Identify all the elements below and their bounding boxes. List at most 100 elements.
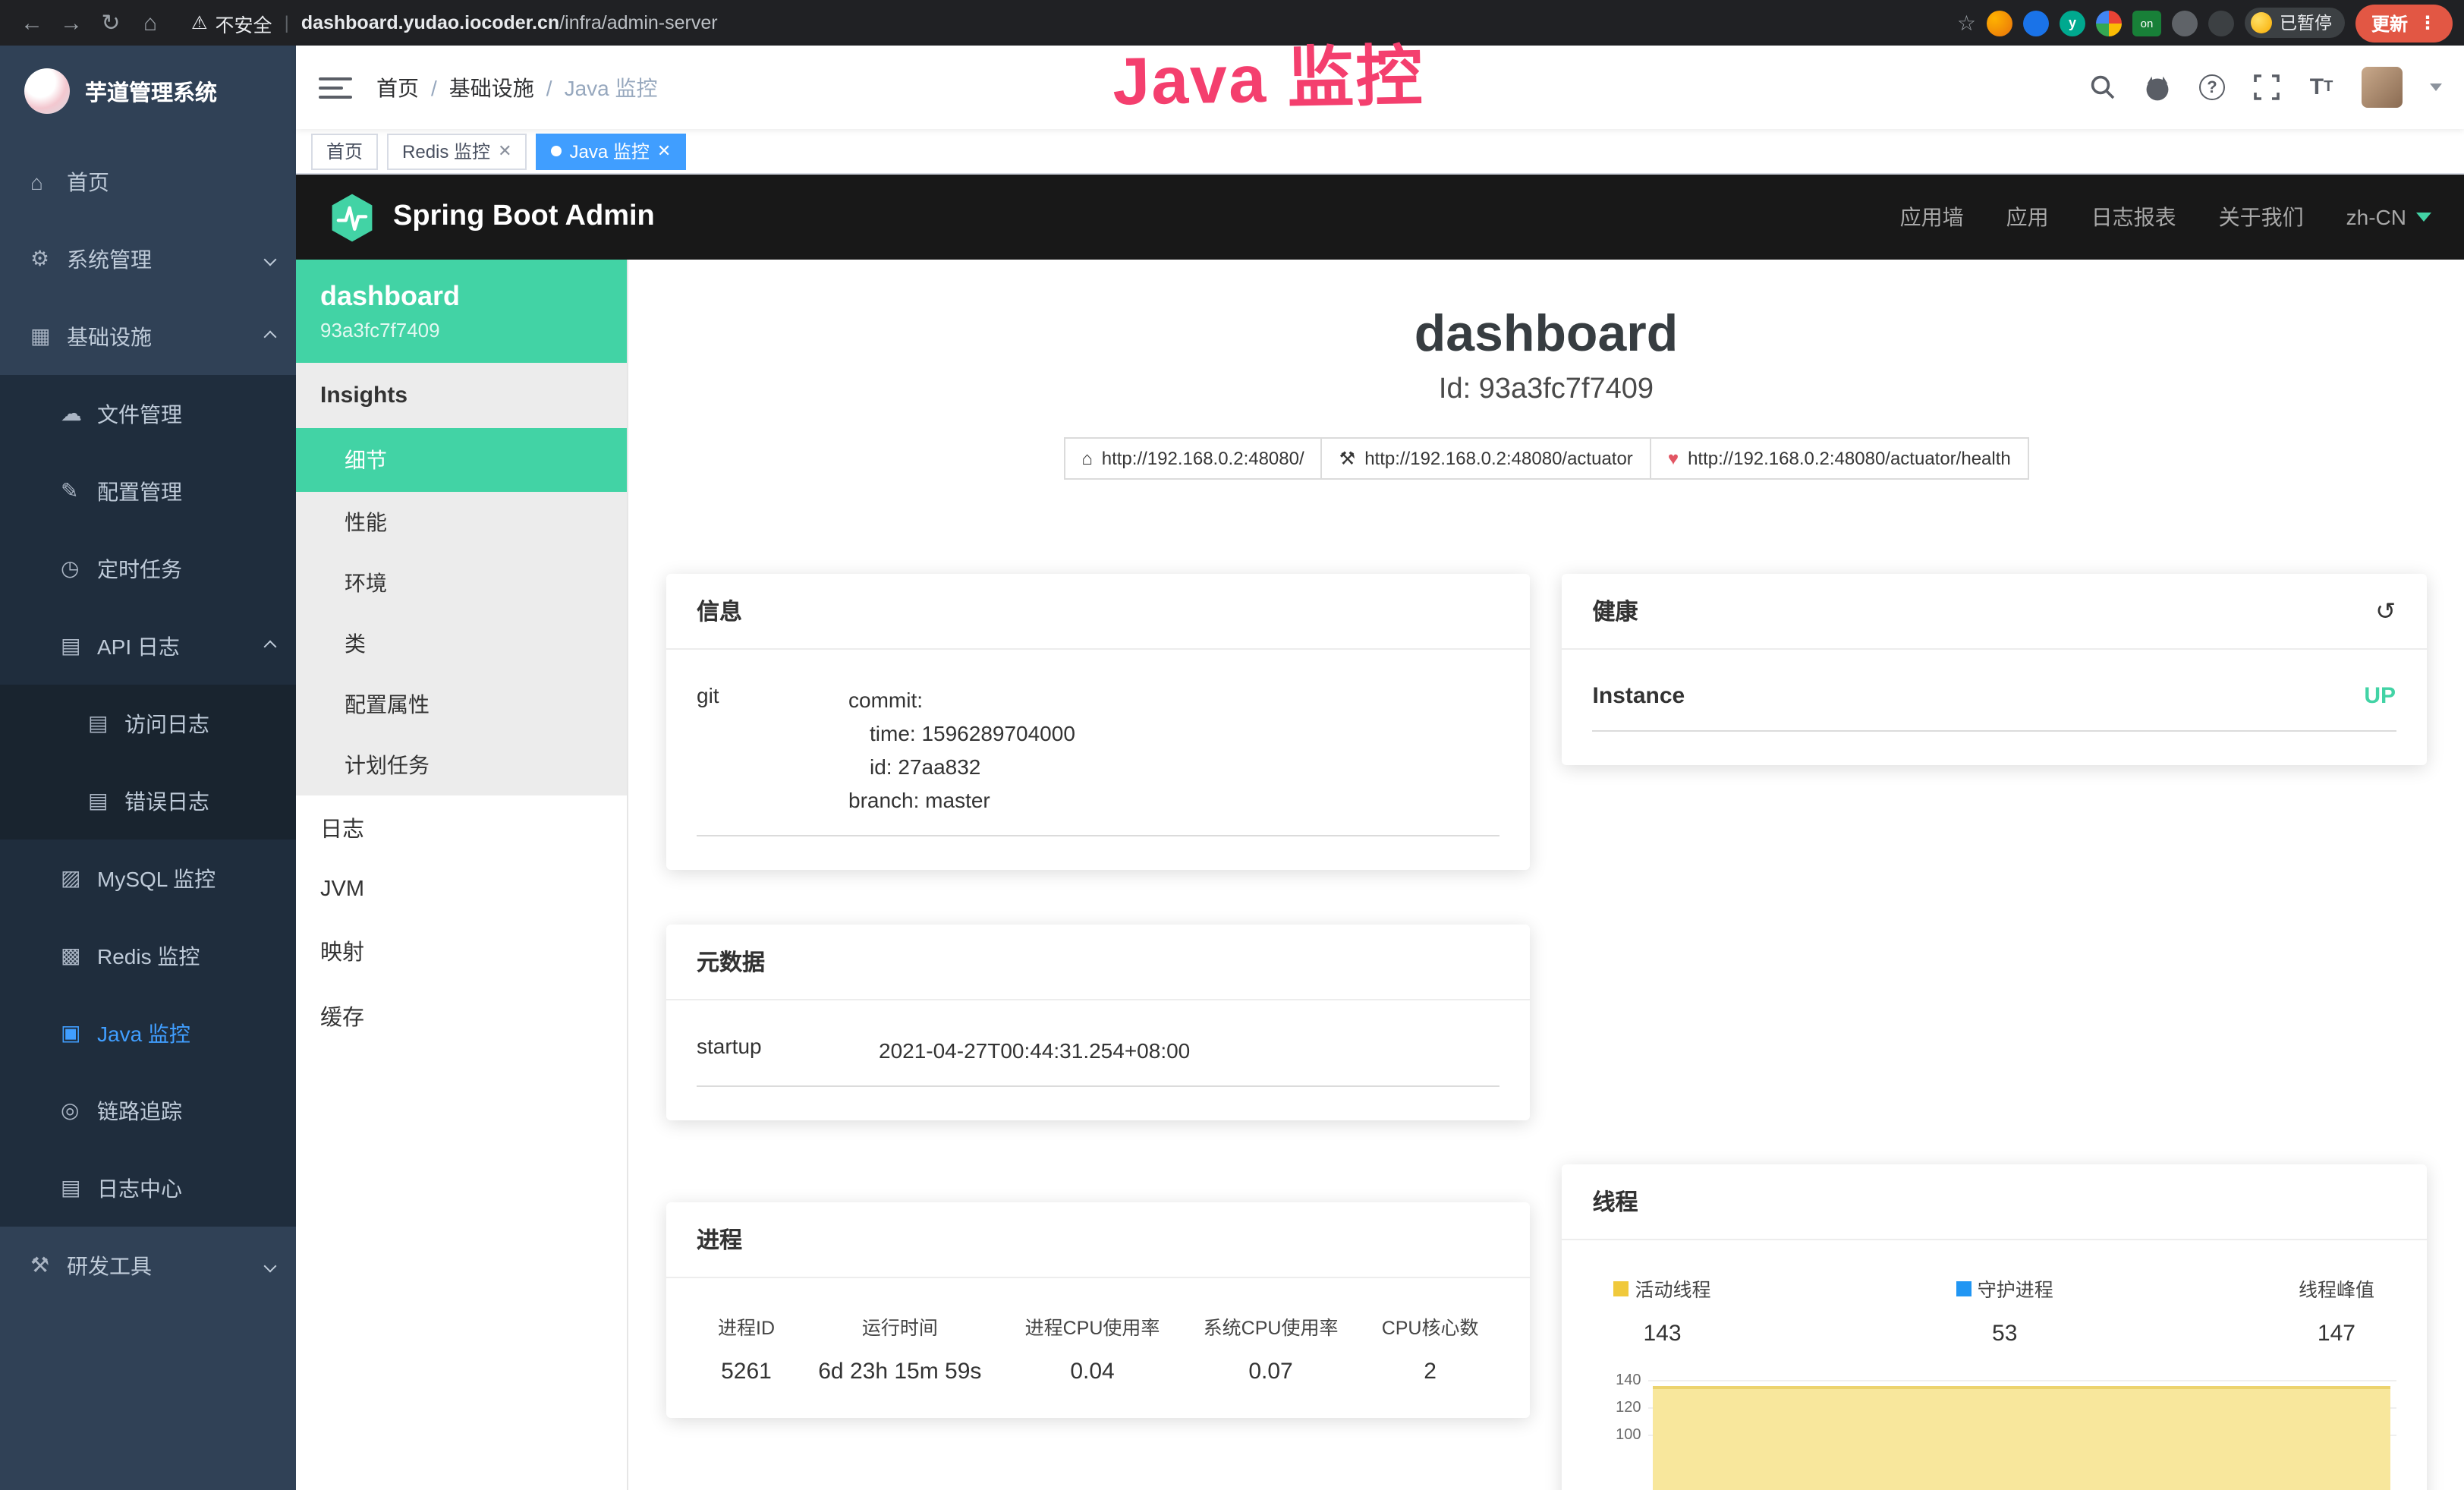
extensions-puzzle-icon[interactable] [2208,10,2234,36]
card-body: startup 2021-04-27T00:44:31.254+08:00 [666,1000,1531,1120]
service-url-link[interactable]: ⌂ http://192.168.0.2:48080/ [1063,437,1322,480]
stat-cpu-cores: CPU核心数 2 [1382,1312,1479,1384]
sba-item-metrics[interactable]: 性能 [296,492,627,553]
eye-icon: ◎ [61,1098,97,1123]
sidebar-item-config-mgmt[interactable]: ✎ 配置管理 [0,452,296,530]
font-size-icon[interactable]: TT [2306,72,2337,102]
tab-redis-monitor[interactable]: Redis 监控 ✕ [387,133,527,169]
tab-home[interactable]: 首页 [311,133,378,169]
doc-icon: ▤ [88,710,124,736]
redis-icon: ▩ [61,943,97,969]
sba-instance-header[interactable]: dashboard 93a3fc7f7409 [296,260,627,363]
refresh-icon[interactable]: ↻ [91,9,131,36]
stat-value: 5261 [718,1359,775,1384]
git-branch: branch: master [848,783,1500,817]
edit-icon: ✎ [61,478,97,504]
log-icon: ▤ [61,633,97,659]
language-label: zh-CN [2346,205,2406,229]
sba-item-environment[interactable]: 环境 [296,553,627,613]
sidebar-item-error-logs[interactable]: ▤ 错误日志 [0,762,296,840]
stat-label: 运行时间 [862,1312,938,1340]
link-url: http://192.168.0.2:48080/actuator [1364,448,1633,469]
sba-item-config-props[interactable]: 配置属性 [296,674,627,735]
bookmark-star-icon[interactable]: ☆ [1957,10,1976,36]
sba-item-logs[interactable]: 日志 [296,795,627,861]
breadcrumb-infra[interactable]: 基础设施 [449,72,534,102]
sidebar-item-java-monitor[interactable]: ▣ Java 监控 [0,994,296,1072]
home-icon[interactable]: ⌂ [131,10,170,36]
tab-java-monitor[interactable]: Java 监控 ✕ [537,133,687,169]
sba-nav-wallboard[interactable]: 应用墙 [1900,202,1964,232]
sidebar-item-infrastructure[interactable]: ▦ 基础设施 [0,298,296,375]
log-center-icon: ▤ [61,1175,97,1201]
history-icon[interactable]: ↺ [2375,596,2396,626]
sidebar-item-file-mgmt[interactable]: ☁ 文件管理 [0,375,296,452]
extension-on-badge[interactable]: on [2132,10,2161,36]
help-icon[interactable]: ? [2197,72,2227,102]
fullscreen-icon[interactable] [2252,72,2282,102]
sidebar-item-log-center[interactable]: ▤ 日志中心 [0,1149,296,1227]
search-icon[interactable] [2088,72,2118,102]
browser-toolbar-right: ☆ y on 已暂停 更新 ⋮ [1957,4,2452,42]
sba-nav-journal[interactable]: 日志报表 [2091,202,2176,232]
sba-item-mappings[interactable]: 映射 [296,918,627,984]
sba-item-classes[interactable]: 类 [296,613,627,674]
sba-language-select[interactable]: zh-CN [2346,205,2431,229]
sba-item-jvm[interactable]: JVM [296,861,627,918]
sidebar-item-redis-monitor[interactable]: ▩ Redis 监控 [0,917,296,994]
instance-name: dashboard [320,281,603,313]
sidebar-item-system-mgmt[interactable]: ⚙ 系统管理 [0,220,296,298]
close-icon[interactable]: ✕ [498,141,511,161]
user-avatar[interactable] [2361,67,2402,108]
stat-pid: 进程ID 5261 [718,1312,775,1384]
stat-label: 进程CPU使用率 [1025,1312,1160,1340]
sba-nav-about[interactable]: 关于我们 [2219,202,2304,232]
extension-y-icon[interactable]: y [2060,10,2085,36]
sidebar-item-scheduled-tasks[interactable]: ◷ 定时任务 [0,530,296,607]
address-separator: | [285,12,289,33]
cards-col-right: 健康 ↺ Instance UP [1562,574,2427,1490]
health-url-link[interactable]: ♥ http://192.168.0.2:48080/actuator/heal… [1650,437,2029,480]
breadcrumb-home[interactable]: 首页 [376,72,419,102]
sba-nav-applications[interactable]: 应用 [2006,202,2049,232]
sba-item-details[interactable]: 细节 [296,428,627,492]
extension-grid-icon[interactable] [2096,10,2122,36]
sidebar-item-api-logs[interactable]: ▤ API 日志 [0,607,296,685]
extension-leaf-icon[interactable] [2172,10,2198,36]
sidebar-item-mysql-monitor[interactable]: ▨ MySQL 监控 [0,840,296,917]
security-label: 不安全 [216,8,272,37]
extension-fox-icon[interactable] [1987,10,2012,36]
forward-icon[interactable]: → [52,10,91,36]
tab-label: Java 监控 [570,138,650,164]
health-card-title: 健康 [1593,595,1638,627]
close-icon[interactable]: ✕ [657,141,671,161]
logo[interactable]: 芋道管理系统 [0,46,296,137]
health-row-instance: Instance UP [1593,683,2396,732]
gridline [1649,1379,2396,1381]
git-commit-label: commit: [848,683,1500,717]
extension-drop-icon[interactable] [2023,10,2049,36]
hamburger-icon[interactable] [319,71,352,104]
sba-item-caches[interactable]: 缓存 [296,984,627,1049]
tick-label: 100 [1593,1426,1641,1443]
kebab-menu-icon[interactable]: ⋮ [2418,12,2437,33]
sidebar-item-trace[interactable]: ◎ 链路追踪 [0,1072,296,1149]
card-body: Instance UP [1562,650,2427,765]
sba-frame: Spring Boot Admin 应用墙 应用 日志报表 关于我们 zh-CN [296,175,2464,1490]
chevron-up-icon [264,640,277,653]
legend-label: 守护进程 [1978,1274,2053,1303]
caret-down-icon[interactable] [2429,83,2441,91]
sba-brand[interactable]: Spring Boot Admin [329,192,655,242]
actuator-url-link[interactable]: ⚒ http://192.168.0.2:48080/actuator [1321,437,1651,480]
sidebar-item-home[interactable]: ⌂ 首页 [0,143,296,220]
sba-item-scheduled-tasks[interactable]: 计划任务 [296,735,627,795]
sidebar-item-dev-tools[interactable]: ⚒ 研发工具 [0,1227,296,1304]
paused-badge[interactable]: 已暂停 [2245,8,2346,38]
stat-system-cpu: 系统CPU使用率 0.07 [1204,1312,1339,1384]
update-button[interactable]: 更新 ⋮ [2356,4,2452,42]
github-icon[interactable] [2142,72,2173,102]
sidebar-item-access-logs[interactable]: ▤ 访问日志 [0,685,296,762]
address-bar[interactable]: ⚠ 不安全 | dashboard.yudao.iocoder.cn/infra… [191,8,1957,37]
instance-links: ⌂ http://192.168.0.2:48080/ ⚒ http://192… [666,437,2426,480]
back-icon[interactable]: ← [12,10,52,36]
